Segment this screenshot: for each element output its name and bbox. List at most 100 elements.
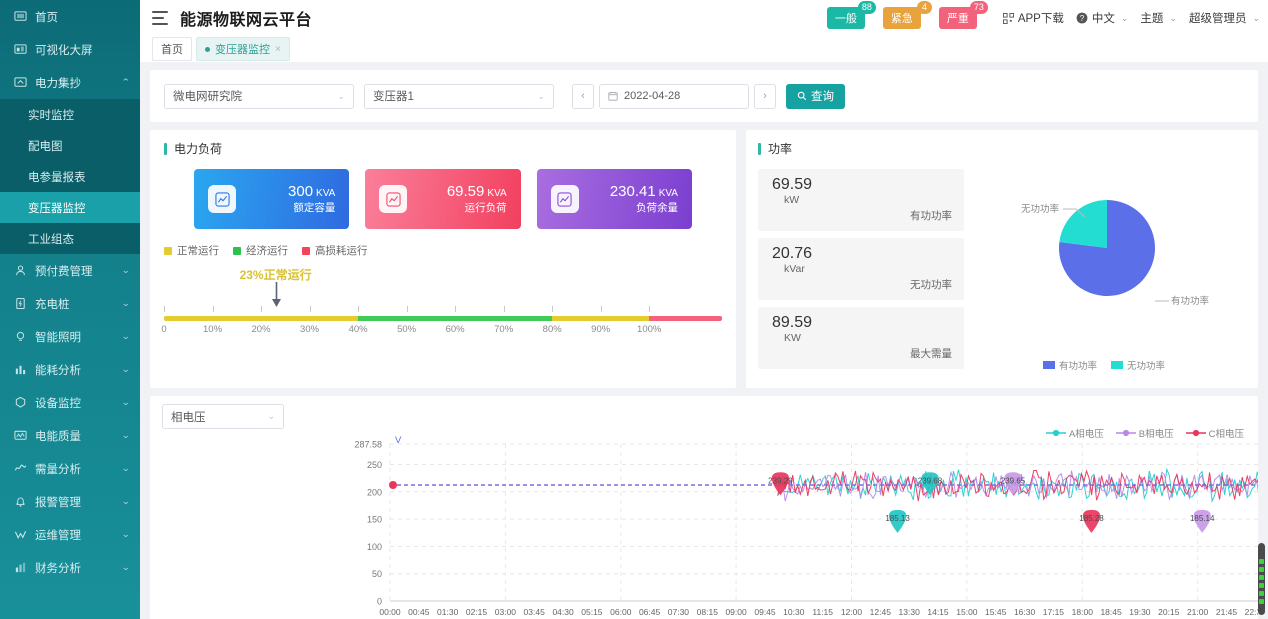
x-tick-label-1: 00:45 [408, 607, 430, 617]
gauge-tick-label-4: 40% [348, 324, 368, 335]
next-day-button[interactable]: › [754, 83, 776, 109]
finance-icon [12, 561, 28, 574]
load-card-value: 230.41 [609, 183, 656, 201]
y-tick-label-0: 287.58 [354, 440, 382, 450]
sidebar-item-5[interactable]: 电参量报表 [0, 161, 140, 192]
pie-legend-item-0[interactable]: 有功功率 [1042, 358, 1097, 372]
alert-badge-0[interactable]: 一般 88 [826, 1, 876, 29]
scrollbar-segment [1259, 575, 1264, 580]
sidebar-item-7[interactable]: 工业组态 [0, 223, 140, 254]
sidebar-item-0[interactable]: 首页 [0, 0, 140, 33]
device-select[interactable]: 变压器1 ⌄ [364, 83, 554, 109]
power-metric-name: 最大需量 [910, 348, 952, 360]
bulb-icon [12, 330, 28, 343]
scrollbar-segment [1259, 559, 1264, 564]
alert-badge-1[interactable]: 紧急 4 [882, 1, 932, 29]
alert-badge-count: 4 [916, 1, 932, 14]
scrollbar-segment [1259, 599, 1264, 604]
x-tick-label-25: 18:45 [1100, 607, 1122, 617]
prev-day-button[interactable]: ‹ [572, 83, 594, 109]
power-pie-chart: 有功功率 无功功率 有功功率 无功功率 [964, 140, 1244, 376]
chevron-toggle-icon: ⌄ [121, 265, 131, 275]
gauge-tick-0 [164, 306, 165, 312]
top-link-1[interactable]: ? 中文 ⌄ [1076, 10, 1129, 26]
sidebar-item-6[interactable]: 变压器监控 [0, 192, 140, 223]
legend-swatch-icon [233, 246, 241, 255]
top-link-label: APP下载 [1017, 13, 1064, 25]
top-link-3[interactable]: 超级管理员 ⌄ [1189, 10, 1260, 26]
voltage-svg: 287.58250200150100500V212.51239.29239.68… [354, 435, 1258, 617]
sidebar-item-1[interactable]: 可视化大屏 [0, 33, 140, 66]
sidebar-item-label: 变压器监控 [28, 202, 86, 215]
top-link-label: 超级管理员 [1188, 13, 1247, 25]
sidebar-item-17[interactable]: 财务分析 ⌄ [0, 551, 140, 584]
power-metric-name: 无功功率 [910, 279, 952, 291]
power-meter-icon [12, 76, 28, 89]
sidebar-item-label: 电参量报表 [28, 171, 86, 184]
x-tick-label-27: 20:15 [1158, 607, 1180, 617]
tab-label: 首页 [161, 44, 183, 56]
legend-swatch-icon [302, 246, 310, 255]
alert-badge-2[interactable]: 严重 73 [938, 1, 988, 29]
metric-select[interactable]: 相电压 ⌄ [162, 404, 284, 429]
top-right-actions: 一般 88 紧急 4 严重 73 APP下载 ? 中文 ⌄ 主题 ⌄ 超级管理员 ⌄ [826, 1, 1260, 29]
sidebar-item-2[interactable]: 电力集抄 ⌃ [0, 66, 140, 99]
chevron-toggle-icon: ⌄ [121, 364, 131, 374]
close-icon[interactable]: × [275, 44, 281, 55]
tab-0[interactable]: 首页 [152, 37, 192, 61]
chevron-down-icon: ⌄ [267, 411, 275, 421]
sidebar-item-16[interactable]: 运维管理 ⌄ [0, 518, 140, 551]
gauge-tick-10 [649, 306, 651, 312]
gauge-tick-label-7: 70% [494, 324, 514, 335]
scrollbar-segment [1259, 567, 1264, 572]
sidebar-item-label: 配电图 [28, 140, 63, 153]
chevron-right-icon: › [763, 90, 767, 102]
hamburger-icon[interactable] [152, 11, 170, 25]
query-button[interactable]: 查询 [786, 83, 845, 109]
sidebar-item-15[interactable]: 报警管理 ⌄ [0, 485, 140, 518]
tab-label: 变压器监控 [215, 44, 270, 56]
legend-item-2: 高损耗运行 [302, 243, 368, 258]
sidebar-item-14[interactable]: 需量分析 ⌄ [0, 452, 140, 485]
sidebar-item-10[interactable]: 智能照明 ⌄ [0, 320, 140, 353]
x-tick-label-30: 22:30 [1245, 607, 1258, 617]
gauge-tick-label-8: 80% [542, 324, 562, 335]
device-icon [12, 396, 28, 409]
sidebar-item-8[interactable]: 预付费管理 ⌄ [0, 254, 140, 287]
pie-legend-item-1[interactable]: 无功功率 [1111, 358, 1165, 372]
date-input[interactable]: 2022-04-28 [599, 83, 749, 109]
load-card-unit: KVA [658, 188, 678, 200]
chevron-down-icon: ⌄ [1120, 12, 1129, 23]
sidebar-item-9[interactable]: 充电桩 ⌄ [0, 287, 140, 320]
chevron-down-icon: ⌄ [537, 90, 545, 101]
sidebar-item-11[interactable]: 能耗分析 ⌄ [0, 353, 140, 386]
sidebar-item-13[interactable]: 电能质量 ⌄ [0, 419, 140, 452]
sidebar-item-label: 电力集抄 [35, 77, 81, 90]
tab-1[interactable]: 变压器监控 × [196, 37, 290, 61]
quality-icon [12, 429, 28, 442]
org-select[interactable]: 微电网研究院 ⌄ [164, 83, 354, 109]
x-tick-label-14: 10:30 [783, 607, 805, 617]
pie-slice-1 [1059, 200, 1107, 248]
x-tick-label-12: 09:00 [725, 607, 747, 617]
chevron-toggle-icon: ⌄ [121, 529, 131, 539]
power-metric-0: 69.59 kW 有功功率 [758, 169, 964, 231]
sidebar-item-4[interactable]: 配电图 [0, 130, 140, 161]
voltage-marker-label: 239.65 [1001, 476, 1026, 485]
top-link-2[interactable]: 主题 ⌄ [1140, 10, 1177, 26]
voltage-marker-label: 185.13 [885, 514, 910, 523]
pie-legend-label: 有功功率 [1058, 361, 1097, 372]
x-tick-label-11: 08:15 [697, 607, 719, 617]
top-link-0[interactable]: APP下载 [1002, 10, 1064, 26]
filter-bar: 微电网研究院 ⌄ 变压器1 ⌄ ‹ 2022-04-28 › 查询 [150, 70, 1258, 122]
tab-bar: 首页 变压器监控 × [140, 36, 1268, 62]
gauge-tick-6 [455, 306, 457, 312]
sidebar-item-12[interactable]: 设备监控 ⌄ [0, 386, 140, 419]
pie-legend: 有功功率 无功功率 [964, 358, 1244, 372]
load-card-value: 300 [288, 183, 314, 201]
vertical-scrollbar[interactable] [1258, 543, 1265, 615]
chevron-toggle-icon: ⌄ [121, 397, 131, 407]
sidebar-item-3[interactable]: 实时监控 [0, 99, 140, 130]
chevron-down-icon: ⌄ [1252, 12, 1260, 23]
org-select-value: 微电网研究院 [173, 91, 242, 103]
